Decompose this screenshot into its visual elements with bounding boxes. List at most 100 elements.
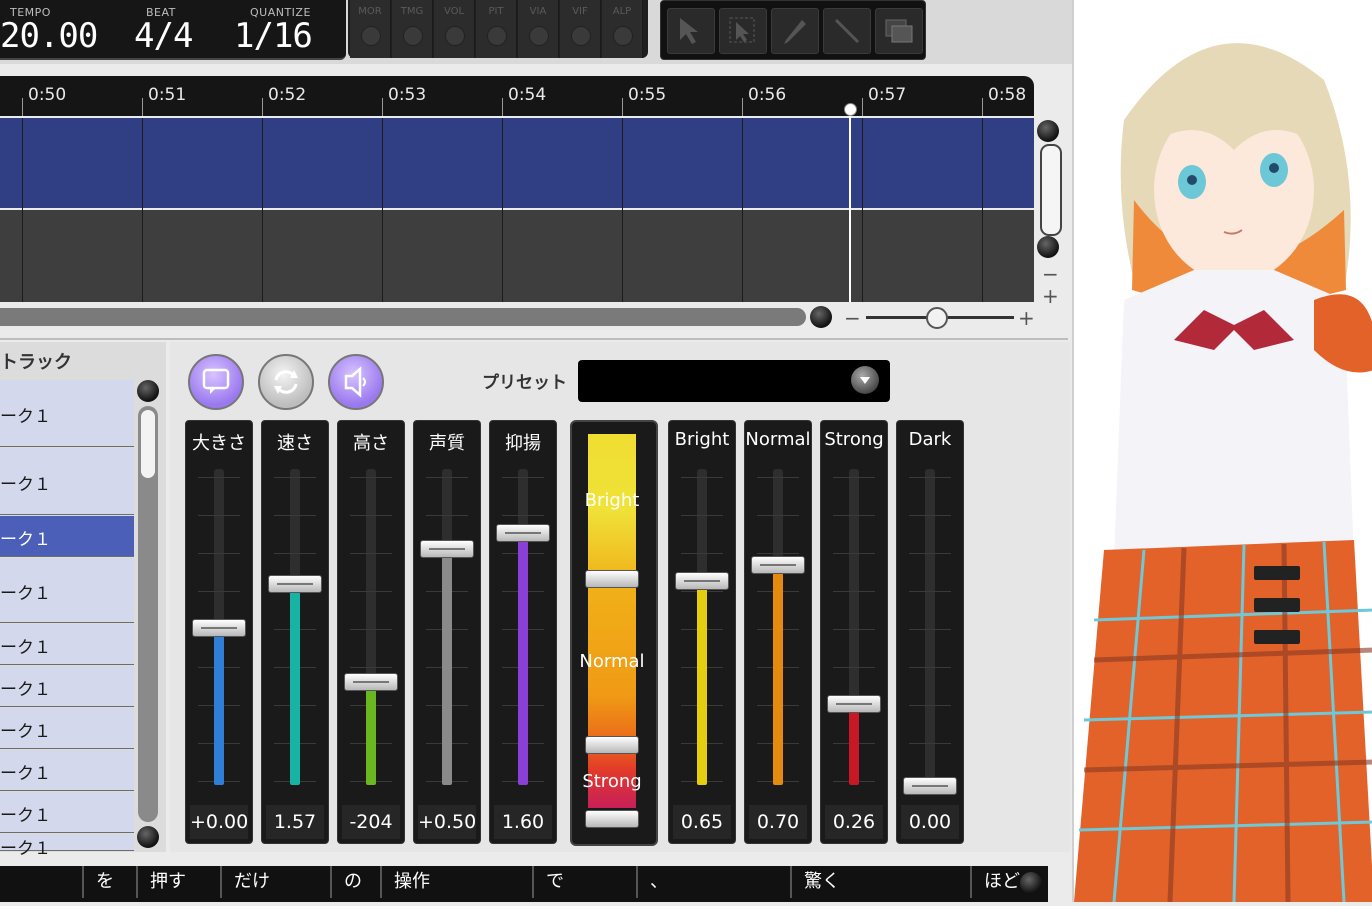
track-row[interactable]: ーク１ — [0, 558, 134, 623]
lyric-cell[interactable]: で — [532, 866, 564, 898]
mode-button-pit[interactable]: PIT — [476, 0, 517, 58]
fader-fill — [442, 548, 452, 785]
fader-value[interactable]: 0.70 — [749, 805, 807, 839]
fader-抑揚: 抑揚 1.60 — [489, 420, 557, 844]
tempo-value[interactable]: 20.00 — [0, 16, 98, 56]
track-row[interactable]: ーク１ — [0, 380, 134, 447]
timeline-vertical-scrollbar[interactable] — [1040, 144, 1062, 236]
emotion-handle-strong[interactable] — [585, 810, 639, 828]
layers-tool-button[interactable] — [875, 8, 923, 54]
fader-scale-mark — [909, 591, 951, 592]
fader-scale-mark — [757, 553, 799, 554]
mode-button-alp[interactable]: ALP — [602, 0, 643, 58]
line-tool-button[interactable] — [823, 8, 871, 54]
track-lane-selected[interactable] — [0, 118, 1034, 208]
lyric-cell[interactable]: を — [82, 866, 114, 898]
fader-value[interactable]: -204 — [342, 805, 400, 839]
fader-handle[interactable] — [903, 777, 957, 795]
character-illustration — [1072, 0, 1372, 903]
track-scroll-down-button[interactable] — [137, 826, 159, 848]
emotion-handle-normal[interactable] — [585, 736, 639, 754]
speech-mode-button[interactable] — [188, 354, 244, 410]
track-scroll-up-button[interactable] — [137, 380, 159, 402]
lyric-cell[interactable]: の — [330, 866, 362, 898]
pencil-tool-button[interactable] — [771, 8, 819, 54]
fader-value[interactable]: +0.50 — [418, 805, 476, 839]
mode-button-via[interactable]: VIA — [518, 0, 559, 58]
timeline-ruler[interactable]: 0:50 0:51 0:52 0:53 0:54 0:55 0:56 0:57 … — [0, 76, 1034, 116]
loop-button[interactable] — [258, 354, 314, 410]
emotion-handle-bright[interactable] — [585, 570, 639, 588]
track-row[interactable]: ーク１ — [0, 624, 134, 665]
zoom-in-button[interactable]: + — [1018, 306, 1035, 330]
fader-value[interactable]: 0.65 — [673, 805, 731, 839]
track-list-scroll-thumb[interactable] — [141, 410, 155, 478]
lyric-cell[interactable]: 、 — [636, 866, 668, 898]
lyric-cell[interactable]: だけ — [220, 866, 270, 898]
track-row-label: ーク１ — [0, 407, 51, 427]
fader-value[interactable]: 1.57 — [266, 805, 324, 839]
track-row[interactable]: ーク１ — [0, 666, 134, 707]
playhead[interactable] — [849, 108, 851, 302]
fader-handle[interactable] — [751, 555, 805, 574]
fader-bright: Bright 0.65 — [668, 420, 736, 844]
fader-handle[interactable] — [420, 540, 474, 558]
chevron-down-icon[interactable] — [851, 366, 879, 394]
refresh-icon — [274, 370, 298, 394]
mode-button-tmg[interactable]: TMG — [392, 0, 433, 58]
fader-fill — [214, 627, 224, 785]
track-row[interactable]: ーク１ — [0, 708, 134, 749]
mode-button-vol[interactable]: VOL — [434, 0, 475, 58]
track-row[interactable]: ーク１ — [0, 448, 134, 515]
fader-normal: Normal 0.70 — [744, 420, 812, 844]
vertical-zoom-out-button[interactable]: − — [1042, 262, 1059, 286]
fader-handle[interactable] — [496, 524, 550, 543]
fader-track[interactable] — [925, 469, 935, 785]
scroll-down-button[interactable] — [1037, 236, 1059, 258]
fader-handle[interactable] — [268, 574, 322, 593]
fader-handle[interactable] — [675, 571, 729, 590]
zoom-slider-handle[interactable] — [926, 307, 948, 329]
track-lane[interactable] — [0, 210, 1034, 302]
preset-select[interactable] — [578, 360, 890, 402]
track-row[interactable]: ーク１ — [0, 834, 134, 859]
lyric-cell[interactable]: ほど — [970, 866, 1020, 898]
track-row[interactable]: ーク１ — [0, 516, 134, 557]
fader-scale-mark — [909, 667, 951, 668]
divider — [0, 338, 1068, 340]
lyric-cell[interactable]: 驚く — [790, 866, 840, 898]
vertical-zoom-in-button[interactable]: + — [1042, 284, 1059, 308]
speaker-button[interactable] — [328, 354, 384, 410]
mode-button-vif[interactable]: VIF — [560, 0, 601, 58]
fader-label: 高さ — [353, 433, 389, 454]
select-tool-button[interactable] — [719, 8, 767, 54]
quantize-value[interactable]: 1/16 — [234, 16, 313, 56]
zoom-out-button[interactable]: − — [844, 306, 861, 330]
fader-label: Bright — [674, 429, 730, 450]
fader-value[interactable]: 0.26 — [825, 805, 883, 839]
fader-scale-mark — [274, 515, 316, 516]
lyric-cell[interactable]: 押す — [136, 866, 186, 898]
fader-handle[interactable] — [827, 694, 881, 713]
scroll-up-button[interactable] — [1037, 120, 1059, 142]
fader-value[interactable]: 1.60 — [494, 805, 552, 839]
lyric-cell[interactable]: 操作 — [380, 866, 430, 898]
pointer-tool-button[interactable] — [667, 8, 715, 54]
fader-value[interactable]: +0.00 — [190, 805, 248, 839]
fader-高さ: 高さ -204 — [337, 420, 405, 844]
beat-value[interactable]: 4/4 — [134, 16, 193, 56]
track-row[interactable]: ーク１ — [0, 750, 134, 791]
timeline-horizontal-scrollbar[interactable] — [0, 308, 806, 326]
fader-handle[interactable] — [192, 619, 246, 637]
fader-scale-mark — [274, 477, 316, 478]
fader-scale-mark — [350, 515, 392, 516]
mode-button-mor[interactable]: MOR — [350, 0, 391, 58]
fader-value[interactable]: 0.00 — [901, 805, 959, 839]
track-row[interactable]: ーク１ — [0, 792, 134, 833]
scroll-right-button[interactable] — [810, 306, 832, 328]
track-row-label: ーク１ — [0, 806, 51, 826]
lyric-scroll-button[interactable] — [1020, 872, 1042, 894]
playhead-handle[interactable] — [844, 103, 857, 116]
track-row-label: ーク１ — [0, 475, 51, 495]
fader-handle[interactable] — [344, 672, 398, 691]
